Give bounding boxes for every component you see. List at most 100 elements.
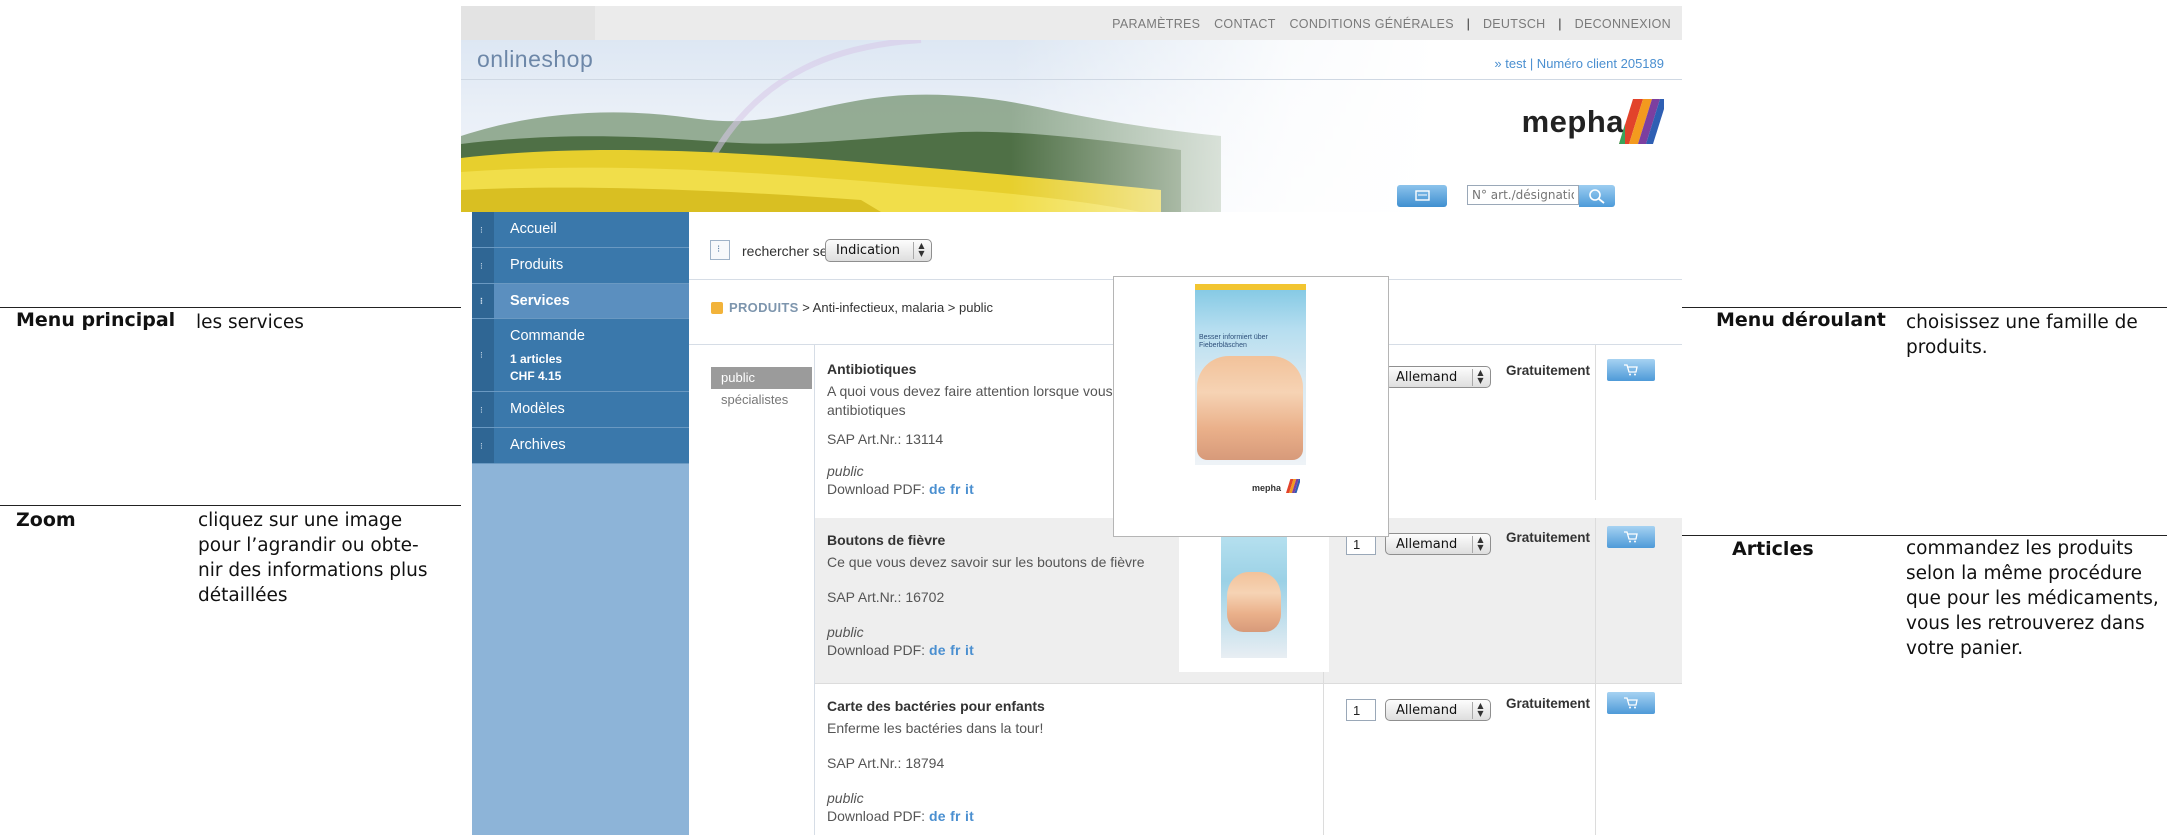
top-bar-left-pane: [461, 6, 595, 40]
product-price: Gratuitement: [1506, 363, 1591, 378]
sidebar-item-label: Services: [510, 293, 570, 309]
expand-handle-icon: ⁝: [472, 248, 494, 283]
leaflet-face-image: [1197, 356, 1303, 460]
sidebar-item-archives[interactable]: ⁝ Archives: [472, 428, 689, 464]
product-name[interactable]: Boutons de fièvre: [827, 532, 945, 548]
audience-public-tab[interactable]: public: [711, 367, 812, 389]
onlineshop-window: PARAMÈTRES CONTACT CONDITIONS GÉNÉRALES …: [461, 6, 1682, 835]
audience-specialistes-tab[interactable]: spécialistes: [711, 389, 812, 411]
add-to-cart-button[interactable]: [1607, 692, 1655, 714]
sidebar-item-services[interactable]: ⁝ Services: [472, 284, 689, 319]
product-description: A quoi vous devez faire attention lorsqu…: [827, 383, 1140, 418]
annotation-zoom-text: cliquez sur une image pour l’agrandir ou…: [198, 510, 428, 606]
cart-icon: [1415, 190, 1430, 201]
product-name[interactable]: Carte des bactéries pour enfants: [827, 698, 1045, 714]
product-price: Gratuitement: [1506, 530, 1591, 545]
nav-link-deutsch[interactable]: DEUTSCH: [1483, 17, 1546, 31]
sidebar-item-label: Accueil: [510, 221, 557, 237]
language-value: Allemand: [1396, 537, 1458, 552]
quantity-input[interactable]: [1346, 699, 1376, 721]
search-input[interactable]: [1467, 185, 1579, 205]
breadcrumb-produits[interactable]: PRODUITS: [729, 300, 799, 315]
annotation-line-menu-principal: [0, 307, 511, 308]
nav-link-deconnexion[interactable]: DECONNEXION: [1575, 17, 1671, 31]
annotation-menu-deroulant-title: Menu déroulant: [1716, 309, 1886, 331]
sidebar-item-modeles[interactable]: ⁝ Modèles: [472, 392, 689, 428]
product-sap-number: SAP Art.Nr.: 13114: [827, 431, 944, 447]
search-icon: [1589, 189, 1605, 204]
user-info[interactable]: » test | Numéro client 205189: [1494, 56, 1664, 71]
nav-link-parametres[interactable]: PARAMÈTRES: [1112, 17, 1200, 31]
select-stepper-icon: ▲ ▼: [1472, 536, 1488, 553]
sidebar-item-produits[interactable]: ⁝ Produits: [472, 248, 689, 284]
order-total: CHF 4.15: [510, 369, 562, 383]
expand-handle-icon: ⁝: [472, 392, 494, 427]
language-value: Allemand: [1396, 370, 1458, 385]
add-to-cart-button[interactable]: [1607, 526, 1655, 548]
cart-icon: [1624, 531, 1638, 543]
language-value: Allemand: [1396, 703, 1458, 718]
product-name[interactable]: Antibiotiques: [827, 361, 916, 377]
annotation-menu-deroulant-text: choisissez une famille de produits.: [1906, 312, 2138, 358]
product-pdf-downloads: Download PDF: de fr it: [827, 481, 974, 497]
order-article-count: 1 articles: [510, 352, 563, 366]
product-description: Ce que vous devez savoir sur les boutons…: [827, 554, 1145, 570]
product-pdf-downloads: Download PDF: de fr it: [827, 642, 974, 658]
product-audience: public: [827, 790, 864, 806]
select-stepper-icon: ▲ ▼: [1472, 369, 1488, 386]
sidebar-item-commande[interactable]: ⁝ Commande 1 articles CHF 4.15: [472, 319, 689, 392]
annotation-menu-principal-title: Menu principal: [16, 309, 176, 331]
product-sap-number: SAP Art.Nr.: 18794: [827, 755, 945, 771]
top-navigation: PARAMÈTRES CONTACT CONDITIONS GÉNÉRALES …: [1107, 17, 1676, 31]
expand-handle-icon: ⁝: [472, 319, 494, 391]
pdf-links[interactable]: de fr it: [929, 481, 974, 497]
language-select[interactable]: Allemand ▲ ▼: [1385, 699, 1491, 721]
mepha-logo-text: mepha: [1521, 104, 1624, 139]
leaflet-thumbnail-image: [1221, 530, 1287, 658]
filter-toggle-icon[interactable]: ⁝: [710, 240, 730, 260]
pdf-label: Download PDF:: [827, 808, 929, 824]
search-row: ⁝ rechercher selon Indication ▲ ▼: [689, 212, 1682, 280]
expand-handle-icon: ⁝: [472, 212, 494, 247]
language-select[interactable]: Allemand ▲ ▼: [1385, 366, 1491, 388]
select-stepper-icon: ▲ ▼: [1472, 702, 1488, 719]
expand-handle-icon: ⁝: [472, 428, 494, 463]
pdf-links[interactable]: de fr it: [929, 808, 974, 824]
add-to-cart-button[interactable]: [1607, 359, 1655, 381]
pdf-links[interactable]: de fr it: [929, 642, 974, 658]
sidebar-item-label: Produits: [510, 257, 564, 273]
product-audience: public: [827, 463, 864, 479]
cart-icon: [1624, 364, 1638, 376]
cart-icon: [1624, 697, 1638, 709]
product-thumbnail[interactable]: [1179, 520, 1329, 672]
expand-handle-icon: ⁝: [472, 284, 494, 318]
language-select[interactable]: Allemand ▲ ▼: [1385, 533, 1491, 555]
select-stepper-icon: ▲ ▼: [913, 242, 929, 259]
breadcrumb-square-icon: [711, 302, 723, 314]
pdf-label: Download PDF:: [827, 642, 929, 658]
nav-link-contact[interactable]: CONTACT: [1214, 17, 1276, 31]
search-criteria-select[interactable]: Indication ▲ ▼: [825, 239, 932, 262]
annotation-zoom-title: Zoom: [16, 509, 76, 531]
breadcrumb-path[interactable]: > Anti-infectieux, malaria > public: [799, 300, 993, 315]
nav-link-conditions[interactable]: CONDITIONS GÉNÉRALES: [1289, 17, 1453, 31]
product-row: Boutons de fièvre Ce que vous devez savo…: [815, 518, 1682, 683]
leaflet-face-image: [1227, 572, 1281, 632]
sidebar-item-label: Commande: [510, 328, 585, 344]
sidebar-item-accueil[interactable]: ⁝ Accueil: [472, 212, 689, 248]
header-banner: onlineshop » test | Numéro client 205189…: [461, 40, 1682, 212]
zoom-popup[interactable]: Besser informiert über Fieberbläschen me…: [1113, 276, 1389, 537]
cart-button[interactable]: [1397, 185, 1447, 207]
sidebar-item-label: Modèles: [510, 401, 565, 417]
nav-separator: |: [1466, 17, 1471, 31]
nav-separator: |: [1558, 17, 1562, 31]
leaflet-top-stripe: [1195, 284, 1306, 290]
column-divider: [1595, 684, 1596, 835]
product-description: Enferme les bactéries dans la tour!: [827, 720, 1044, 736]
product-row: Carte des bactéries pour enfants Enferme…: [815, 683, 1682, 835]
annotation-menu-principal-text: les services: [196, 312, 304, 333]
sidebar: ⁝ Accueil ⁝ Produits ⁝ Services ⁝ Comman…: [472, 212, 689, 835]
annotation-line-articles: [1672, 535, 2167, 536]
search-button[interactable]: [1579, 185, 1615, 207]
leaflet-zoom-image: Besser informiert über Fieberbläschen: [1195, 284, 1306, 465]
